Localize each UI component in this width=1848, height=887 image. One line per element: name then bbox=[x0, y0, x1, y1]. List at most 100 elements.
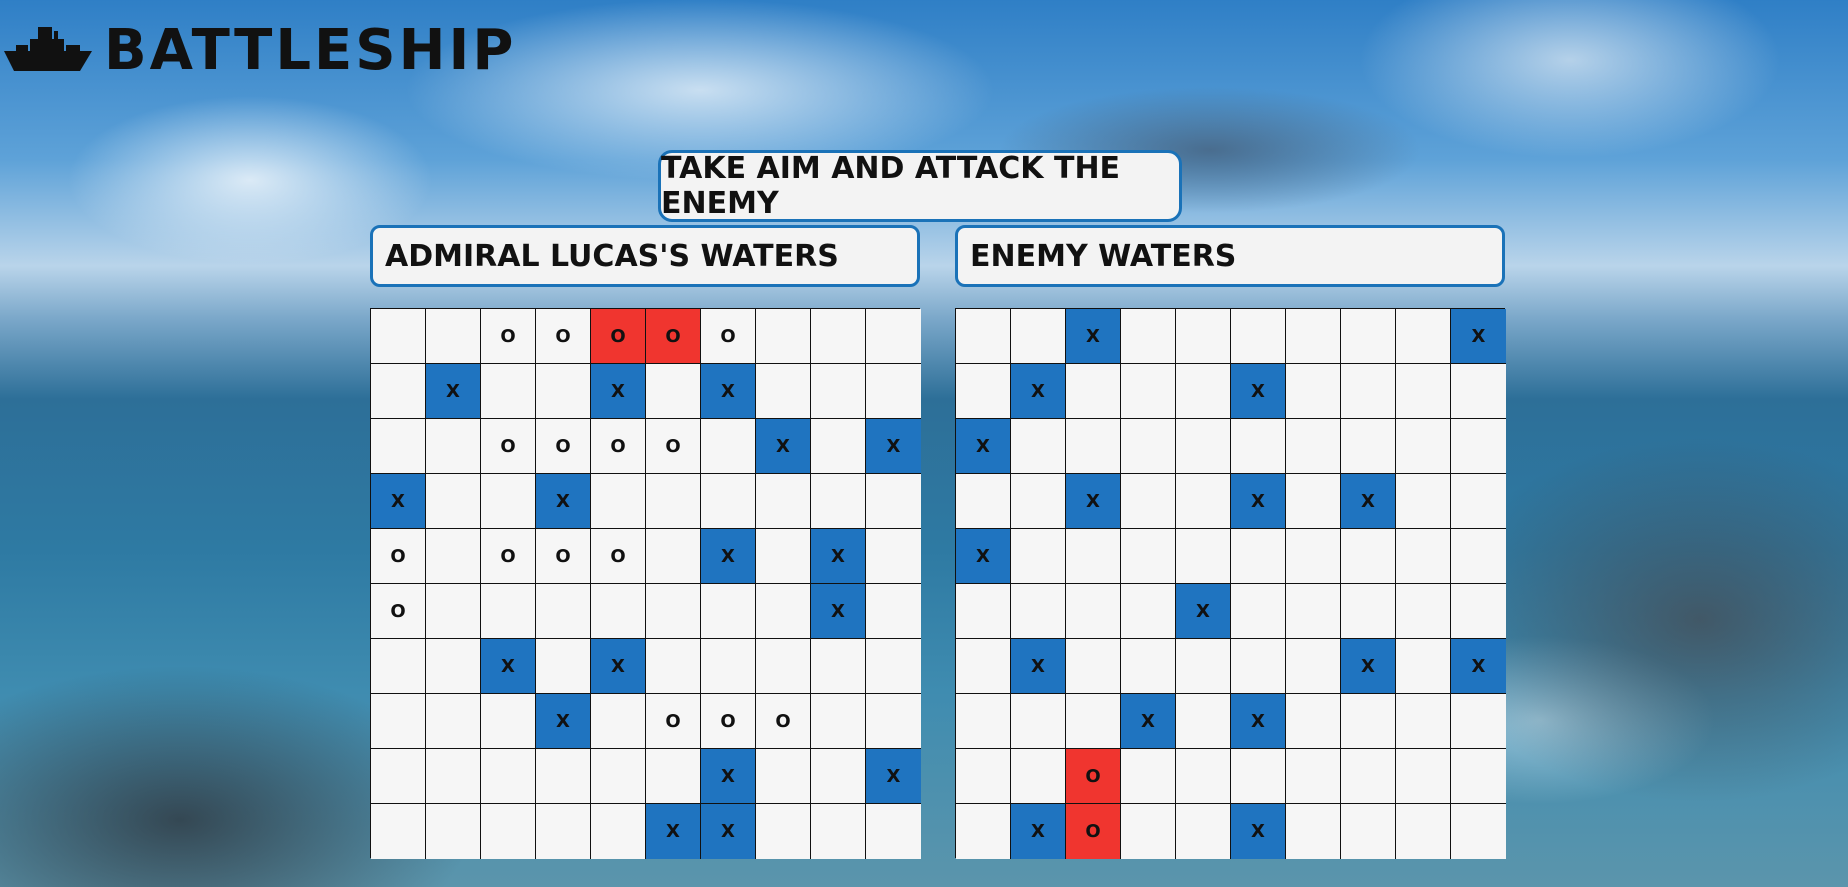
enemy-grid-cell[interactable] bbox=[1121, 639, 1176, 694]
enemy-grid-cell[interactable] bbox=[1011, 474, 1066, 529]
enemy-grid-cell[interactable]: X bbox=[1066, 474, 1121, 529]
enemy-grid-cell[interactable] bbox=[1286, 584, 1341, 639]
enemy-grid-cell[interactable] bbox=[1011, 749, 1066, 804]
enemy-grid-cell[interactable] bbox=[956, 804, 1011, 859]
enemy-grid-cell[interactable] bbox=[1066, 584, 1121, 639]
enemy-grid-cell[interactable] bbox=[1011, 309, 1066, 364]
enemy-grid-cell[interactable] bbox=[1286, 694, 1341, 749]
enemy-grid-cell[interactable]: O bbox=[1066, 804, 1121, 859]
enemy-grid-cell[interactable]: X bbox=[956, 419, 1011, 474]
enemy-grid-cell[interactable] bbox=[1011, 584, 1066, 639]
enemy-grid-cell[interactable] bbox=[1066, 639, 1121, 694]
enemy-grid-cell[interactable] bbox=[1396, 529, 1451, 584]
enemy-grid-cell[interactable]: O bbox=[1066, 749, 1121, 804]
enemy-grid-cell[interactable] bbox=[1341, 309, 1396, 364]
enemy-grid-cell[interactable] bbox=[1066, 529, 1121, 584]
enemy-grid-cell[interactable] bbox=[1176, 694, 1231, 749]
enemy-grid-cell[interactable]: X bbox=[1231, 474, 1286, 529]
enemy-grid-cell[interactable] bbox=[1451, 584, 1506, 639]
enemy-grid-cell[interactable] bbox=[956, 364, 1011, 419]
enemy-grid-cell[interactable] bbox=[1396, 474, 1451, 529]
enemy-grid-cell[interactable] bbox=[956, 474, 1011, 529]
enemy-grid-cell[interactable] bbox=[1121, 474, 1176, 529]
enemy-grid-cell[interactable] bbox=[1286, 804, 1341, 859]
enemy-grid-cell[interactable] bbox=[1121, 419, 1176, 474]
enemy-grid-cell[interactable] bbox=[1011, 419, 1066, 474]
enemy-grid-cell[interactable] bbox=[1451, 364, 1506, 419]
enemy-grid-cell[interactable] bbox=[1341, 749, 1396, 804]
enemy-grid-cell[interactable] bbox=[956, 694, 1011, 749]
enemy-grid-cell[interactable] bbox=[1121, 529, 1176, 584]
enemy-grid-cell[interactable]: X bbox=[1011, 364, 1066, 419]
enemy-grid-cell[interactable]: X bbox=[1341, 474, 1396, 529]
enemy-grid-cell[interactable] bbox=[1341, 804, 1396, 859]
enemy-grid-cell[interactable] bbox=[1121, 309, 1176, 364]
enemy-grid-cell[interactable] bbox=[956, 639, 1011, 694]
enemy-grid-cell[interactable] bbox=[1396, 749, 1451, 804]
enemy-grid-cell[interactable] bbox=[1341, 364, 1396, 419]
enemy-grid-cell[interactable] bbox=[1231, 419, 1286, 474]
enemy-grid-cell[interactable]: X bbox=[1451, 309, 1506, 364]
enemy-grid-cell[interactable]: X bbox=[1121, 694, 1176, 749]
enemy-grid-cell[interactable] bbox=[1231, 584, 1286, 639]
enemy-grid-cell[interactable]: X bbox=[1451, 639, 1506, 694]
enemy-grid-cell[interactable] bbox=[1451, 749, 1506, 804]
enemy-grid-cell[interactable] bbox=[1176, 529, 1231, 584]
enemy-grid-cell[interactable] bbox=[1121, 749, 1176, 804]
enemy-grid-cell[interactable] bbox=[1176, 364, 1231, 419]
enemy-grid-cell[interactable] bbox=[1011, 694, 1066, 749]
enemy-grid-cell[interactable] bbox=[1286, 474, 1341, 529]
enemy-grid-cell[interactable] bbox=[1066, 364, 1121, 419]
enemy-grid-cell[interactable] bbox=[1121, 364, 1176, 419]
enemy-grid-cell[interactable] bbox=[1396, 309, 1451, 364]
enemy-grid-cell[interactable] bbox=[1341, 529, 1396, 584]
enemy-grid-cell[interactable]: X bbox=[1231, 364, 1286, 419]
enemy-grid-cell[interactable] bbox=[1286, 749, 1341, 804]
enemy-grid-cell[interactable] bbox=[1396, 419, 1451, 474]
enemy-grid-cell[interactable]: X bbox=[1011, 639, 1066, 694]
enemy-grid-cell[interactable] bbox=[1451, 804, 1506, 859]
enemy-grid-cell[interactable] bbox=[1341, 694, 1396, 749]
enemy-grid-cell[interactable] bbox=[1451, 694, 1506, 749]
enemy-grid-cell[interactable] bbox=[956, 749, 1011, 804]
enemy-grid-cell[interactable] bbox=[1341, 584, 1396, 639]
enemy-grid-cell[interactable]: X bbox=[1231, 804, 1286, 859]
enemy-grid-cell[interactable] bbox=[1451, 419, 1506, 474]
enemy-grid-cell[interactable] bbox=[1176, 474, 1231, 529]
enemy-grid-cell[interactable] bbox=[1176, 639, 1231, 694]
enemy-grid-cell[interactable] bbox=[1286, 419, 1341, 474]
enemy-grid-cell[interactable]: X bbox=[1231, 694, 1286, 749]
enemy-grid-cell[interactable] bbox=[1396, 584, 1451, 639]
enemy-grid[interactable]: XXXXXXXXXXXXXXXOXOX bbox=[955, 308, 1506, 859]
enemy-grid-cell[interactable] bbox=[1286, 309, 1341, 364]
enemy-grid-cell[interactable] bbox=[956, 309, 1011, 364]
enemy-grid-cell[interactable] bbox=[1231, 309, 1286, 364]
enemy-grid-cell[interactable] bbox=[1176, 419, 1231, 474]
enemy-grid-cell[interactable] bbox=[1176, 749, 1231, 804]
enemy-grid-cell[interactable] bbox=[1176, 309, 1231, 364]
enemy-grid-cell[interactable] bbox=[1396, 694, 1451, 749]
enemy-grid-cell[interactable] bbox=[1396, 364, 1451, 419]
enemy-grid-cell[interactable]: X bbox=[1341, 639, 1396, 694]
enemy-grid-cell[interactable] bbox=[1011, 529, 1066, 584]
enemy-grid-cell[interactable] bbox=[1451, 529, 1506, 584]
enemy-grid-cell[interactable] bbox=[1231, 749, 1286, 804]
enemy-grid-cell[interactable]: X bbox=[1011, 804, 1066, 859]
enemy-grid-cell[interactable]: X bbox=[956, 529, 1011, 584]
enemy-grid-cell[interactable] bbox=[1286, 364, 1341, 419]
enemy-grid-cell[interactable] bbox=[1176, 804, 1231, 859]
enemy-grid-cell[interactable]: X bbox=[1176, 584, 1231, 639]
enemy-grid-cell[interactable] bbox=[956, 584, 1011, 639]
enemy-grid-cell[interactable] bbox=[1231, 529, 1286, 584]
enemy-grid-cell[interactable] bbox=[1066, 419, 1121, 474]
enemy-grid-cell[interactable] bbox=[1066, 694, 1121, 749]
enemy-grid-cell[interactable] bbox=[1396, 639, 1451, 694]
enemy-grid-cell[interactable] bbox=[1121, 804, 1176, 859]
enemy-grid-cell[interactable] bbox=[1286, 529, 1341, 584]
enemy-grid-cell[interactable] bbox=[1286, 639, 1341, 694]
enemy-grid-cell[interactable] bbox=[1231, 639, 1286, 694]
enemy-grid-cell[interactable] bbox=[1396, 804, 1451, 859]
enemy-grid-cell[interactable]: X bbox=[1066, 309, 1121, 364]
enemy-grid-cell[interactable] bbox=[1341, 419, 1396, 474]
enemy-grid-cell[interactable] bbox=[1451, 474, 1506, 529]
